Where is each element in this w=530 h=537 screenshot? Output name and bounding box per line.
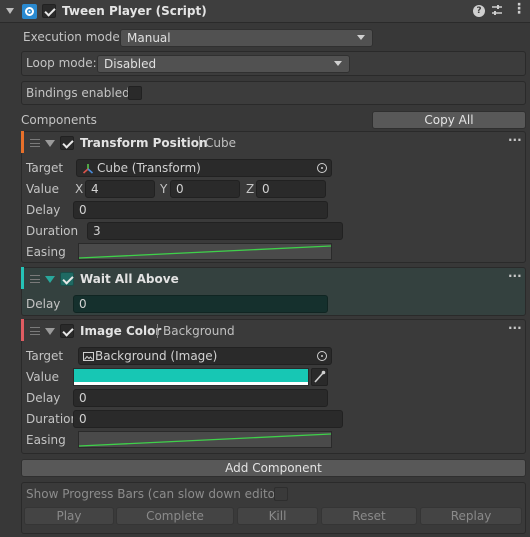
kill-button[interactable]: Kill [237,507,318,525]
drag-handle-icon[interactable] [30,275,40,283]
transform-icon [82,164,94,174]
inspector-header: Tween Player (Script) ? ⋮ [0,0,530,23]
replay-button[interactable]: Replay [420,507,522,525]
drag-handle-icon[interactable] [30,139,40,147]
target-object-field[interactable]: Cube (Transform) [76,159,332,177]
complete-button[interactable]: Complete [116,507,234,525]
component-enabled-checkbox[interactable] [60,272,74,286]
component-title: Tween Player (Script) [62,4,207,18]
easing-curve-field[interactable] [78,243,332,260]
execution-mode-value: Manual [127,31,171,45]
object-picker-icon[interactable] [317,163,327,173]
x-label: X [75,182,84,196]
more-options-icon[interactable]: ··· [508,269,522,283]
delay-label: Delay [26,391,61,405]
target-object-value: Background (Image) [95,349,218,363]
object-picker-icon[interactable] [317,351,327,361]
script-gear-icon [22,4,37,19]
copy-all-button[interactable]: Copy All [372,111,526,129]
more-options-icon[interactable]: ··· [508,321,522,335]
component-target-name: Background [163,324,235,338]
component-enabled-checkbox[interactable] [60,324,74,338]
duration-label: Duration [26,224,79,238]
easing-label: Easing [26,433,66,447]
value-label: Value [26,370,59,384]
foldout-arrow-icon[interactable] [6,8,14,14]
delay-field[interactable]: 0 [73,201,328,219]
delay-field[interactable]: 0 [73,295,328,313]
execution-mode-label: Execution mode: [23,30,124,44]
loop-mode-value: Disabled [104,57,157,71]
duration-field[interactable]: 0 [73,410,343,428]
progress-bars-checkbox[interactable] [274,487,288,501]
components-label: Components [21,113,97,127]
color-field[interactable] [73,368,309,386]
foldout-arrow-icon[interactable] [45,276,55,283]
component-accent-bar [21,131,24,153]
help-icon[interactable]: ? [473,5,485,17]
foldout-arrow-icon[interactable] [45,140,55,147]
component-enabled-checkbox[interactable] [42,4,56,18]
component-accent-bar [21,267,24,289]
loop-mode-dropdown[interactable]: Disabled [97,55,350,73]
component-target-name: Cube [205,136,236,150]
delay-label: Delay [26,297,61,311]
target-object-field[interactable]: Background (Image) [78,347,332,365]
delay-label: Delay [26,203,61,217]
presets-icon[interactable] [491,4,503,17]
duration-field[interactable]: 3 [87,222,343,240]
duration-label: Duration [26,412,79,426]
drag-handle-icon[interactable] [30,327,40,335]
image-icon [83,352,94,361]
execution-mode-dropdown[interactable]: Manual [120,29,373,47]
component-title: Image Color [80,324,162,338]
delay-field[interactable]: 0 [73,389,328,407]
easing-label: Easing [26,245,66,259]
bindings-label: Bindings enabled [26,86,130,100]
component-enabled-checkbox[interactable] [60,136,74,150]
more-options-icon[interactable]: ⋮ [512,2,526,16]
value-label: Value [26,182,59,196]
color-swatch [74,369,308,382]
target-label: Target [26,161,64,175]
component-title: Wait All Above [80,272,179,286]
easing-curve [79,433,331,447]
title-separator [157,324,158,338]
foldout-arrow-icon[interactable] [45,328,55,335]
y-value-field[interactable]: 0 [170,180,240,198]
loop-mode-label: Loop mode: [26,56,97,70]
z-value-field[interactable]: 0 [256,180,326,198]
title-separator [199,136,200,150]
easing-curve-field[interactable] [78,431,332,448]
reset-button[interactable]: Reset [321,507,417,525]
progress-bars-label: Show Progress Bars (can slow down editor… [26,487,285,501]
component-accent-bar [21,319,24,341]
component-title: Transform Position [80,136,208,150]
y-label: Y [160,182,168,196]
add-component-button[interactable]: Add Component [21,459,526,477]
easing-curve [79,245,331,259]
chevron-down-icon [357,35,365,40]
chevron-down-icon [334,61,342,66]
play-button[interactable]: Play [24,507,114,525]
z-label: Z [246,182,255,196]
eyedropper-icon[interactable] [311,368,328,386]
target-object-value: Cube (Transform) [97,161,201,175]
more-options-icon[interactable]: ··· [508,133,522,147]
bindings-checkbox[interactable] [128,86,142,100]
target-label: Target [26,349,64,363]
x-value-field[interactable]: 4 [85,180,155,198]
